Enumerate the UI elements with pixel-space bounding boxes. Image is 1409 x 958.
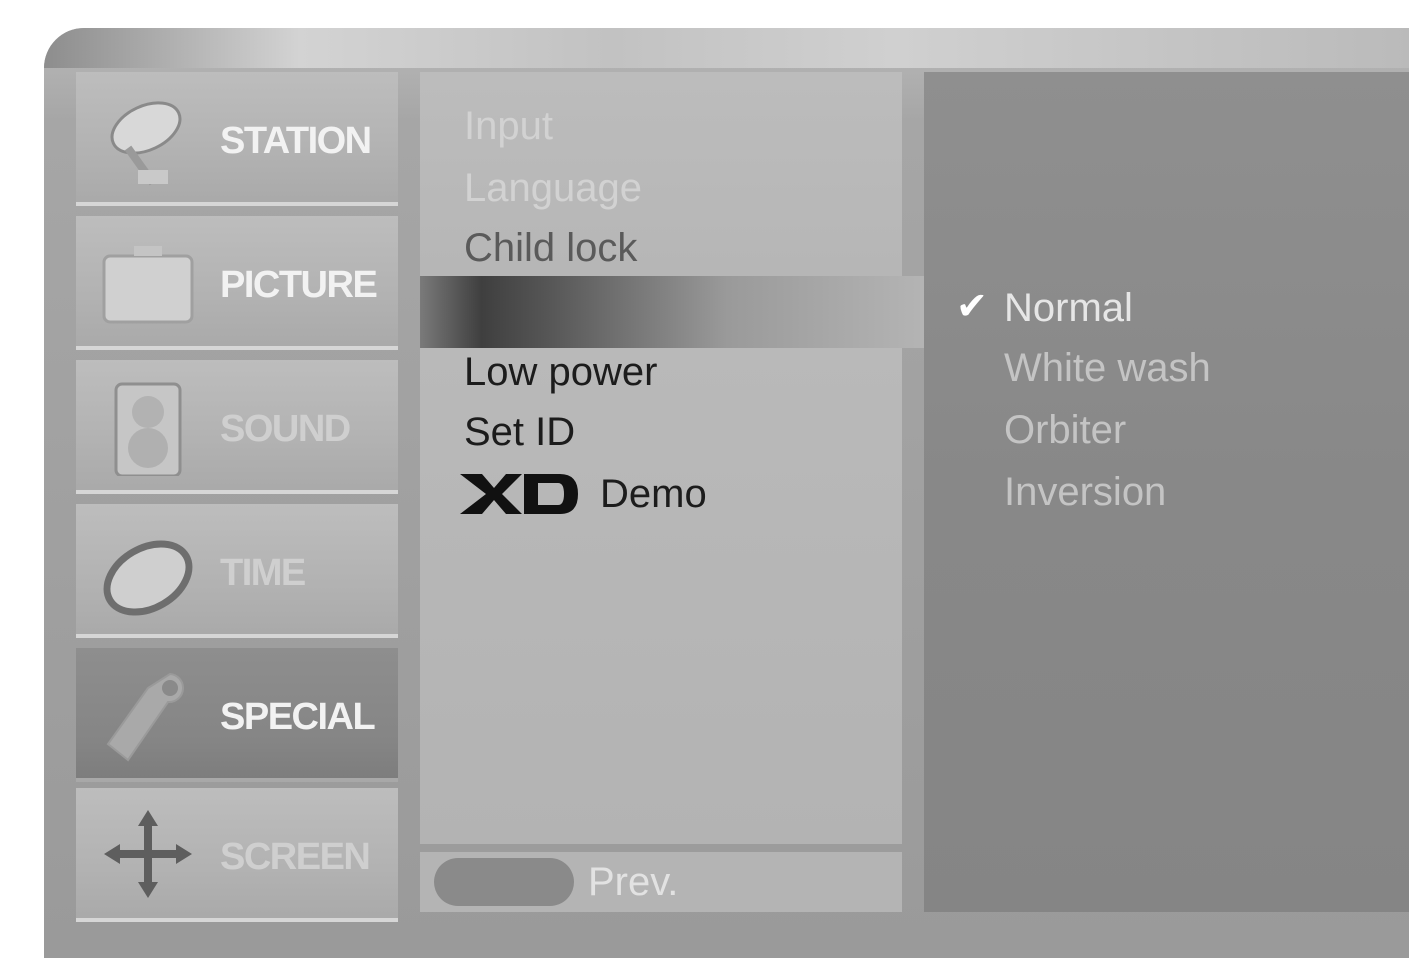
xd-logo-icon <box>460 474 578 514</box>
move-arrows-icon <box>104 810 192 898</box>
menu-item-language[interactable]: Language <box>464 166 642 211</box>
window-top-sheen <box>44 28 1409 68</box>
satellite-dish-icon <box>110 101 182 186</box>
tag-icon <box>106 672 185 762</box>
nav-item-picture[interactable]: PICTURE <box>76 216 398 350</box>
picture-screen-icon <box>102 246 194 324</box>
option-normal[interactable]: Normal <box>1004 286 1133 331</box>
menu-item-child-lock[interactable]: Child lock <box>464 226 637 271</box>
nav-item-time[interactable]: TIME <box>76 504 398 638</box>
options-panel <box>924 72 1409 912</box>
nav-label-picture: PICTURE <box>220 264 378 306</box>
nav-item-sound[interactable]: SOUND <box>76 360 398 494</box>
option-white-wash[interactable]: White wash <box>1004 346 1211 391</box>
menu-item-input[interactable]: Input <box>464 104 553 149</box>
prev-label: Prev. <box>588 860 679 904</box>
nav-label-station: STATION <box>220 120 372 162</box>
nav-item-special[interactable]: SPECIAL <box>76 648 398 782</box>
option-inversion[interactable]: Inversion <box>1004 470 1166 515</box>
menu-item-low-power[interactable]: Low power <box>464 350 657 395</box>
option-orbiter[interactable]: Orbiter <box>1004 408 1126 453</box>
nav-label-sound: SOUND <box>220 408 351 450</box>
submenu-highlight-bar[interactable] <box>420 276 932 348</box>
main-menu-nav: STATION PICTURE SOUND TIME SPECIAL SCREE… <box>76 72 398 922</box>
nav-label-time: TIME <box>220 552 306 594</box>
nav-label-screen: SCREEN <box>220 836 371 878</box>
menu-item-set-id[interactable]: Set ID <box>464 410 575 455</box>
nav-item-screen[interactable]: SCREEN <box>76 788 398 922</box>
nav-item-station[interactable]: STATION <box>76 72 398 206</box>
clock-ring-icon <box>103 540 193 616</box>
checkmark-icon: ✔ <box>956 284 988 328</box>
nav-label-special: SPECIAL <box>220 696 376 738</box>
menu-item-xd-demo[interactable]: Demo <box>600 472 707 517</box>
prev-button[interactable] <box>434 858 574 906</box>
speaker-icon <box>114 382 182 476</box>
